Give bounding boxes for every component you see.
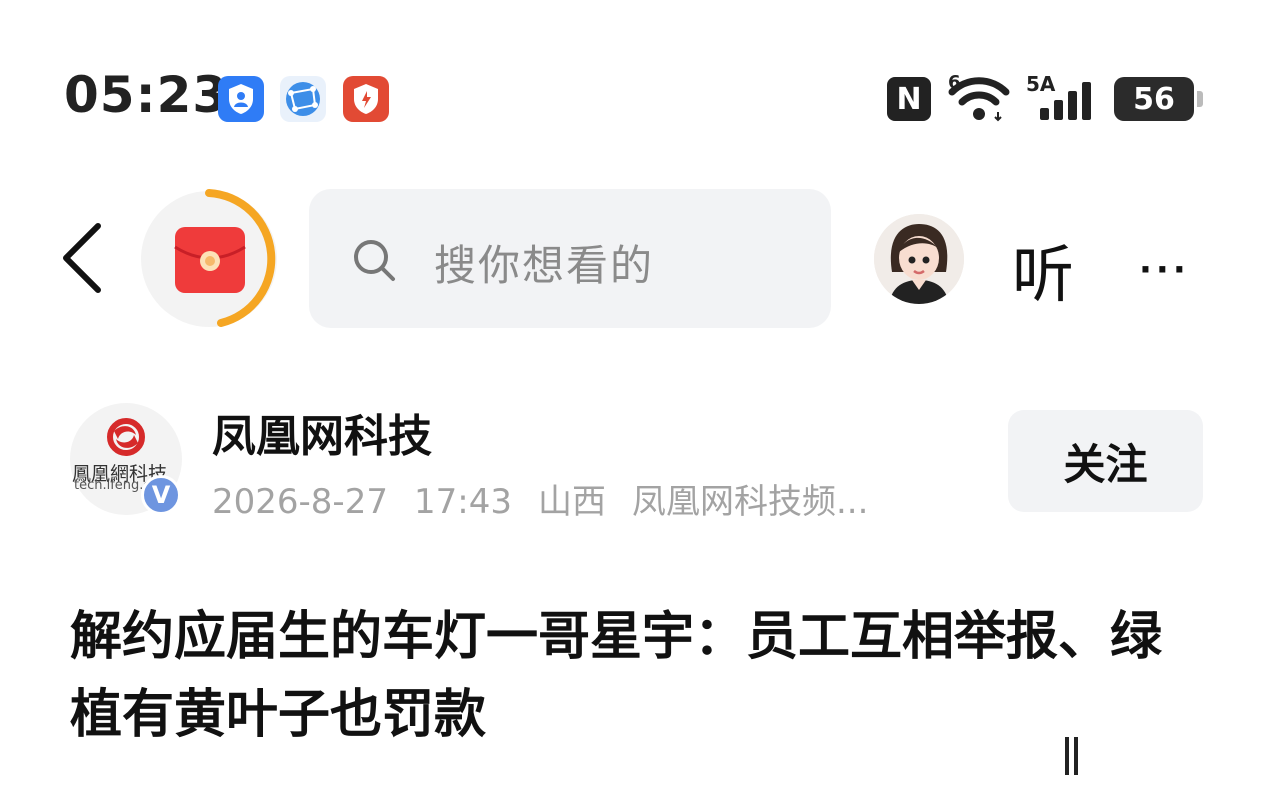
battery-level: 56 <box>1114 77 1194 121</box>
publish-location: 山西 <box>537 482 606 522</box>
search-placeholder[interactable]: 搜你想看的 <box>434 232 654 293</box>
publish-meta: 2026-8-27 17:43 山西 凤凰网科技频... <box>212 474 868 523</box>
avatar-icon[interactable] <box>874 214 964 304</box>
publisher-name[interactable]: 凤凰网科技 <box>212 400 432 464</box>
battery-tip <box>1197 91 1203 107</box>
red-packet-icon[interactable] <box>139 187 283 331</box>
status-time: 05:23 <box>64 66 229 124</box>
search-icon <box>354 240 395 281</box>
article-headline: 解约应届生的车灯一哥星宇：员工互相举报、绿植有黄叶子也罚款 <box>70 607 1163 745</box>
verified-badge-icon: V <box>141 475 181 515</box>
publish-date: 2026-8-27 <box>212 482 388 522</box>
back-arrow-icon[interactable] <box>58 222 108 294</box>
more-options-icon[interactable]: ··· <box>1139 250 1190 290</box>
follow-button[interactable]: 关注 <box>1008 410 1203 512</box>
wifi-icon <box>948 77 1010 122</box>
publish-channel: 凤凰网科技频... <box>631 482 869 522</box>
nfc-icon: N <box>887 77 931 121</box>
globe-network-icon <box>280 76 326 122</box>
account-shield-icon <box>218 76 264 122</box>
signal-strength-icon <box>1040 82 1091 120</box>
watermark-mark <box>1065 737 1078 775</box>
listen-button[interactable]: 听 <box>1012 224 1074 314</box>
security-shield-icon <box>343 76 389 122</box>
publish-time: 17:43 <box>413 482 512 522</box>
